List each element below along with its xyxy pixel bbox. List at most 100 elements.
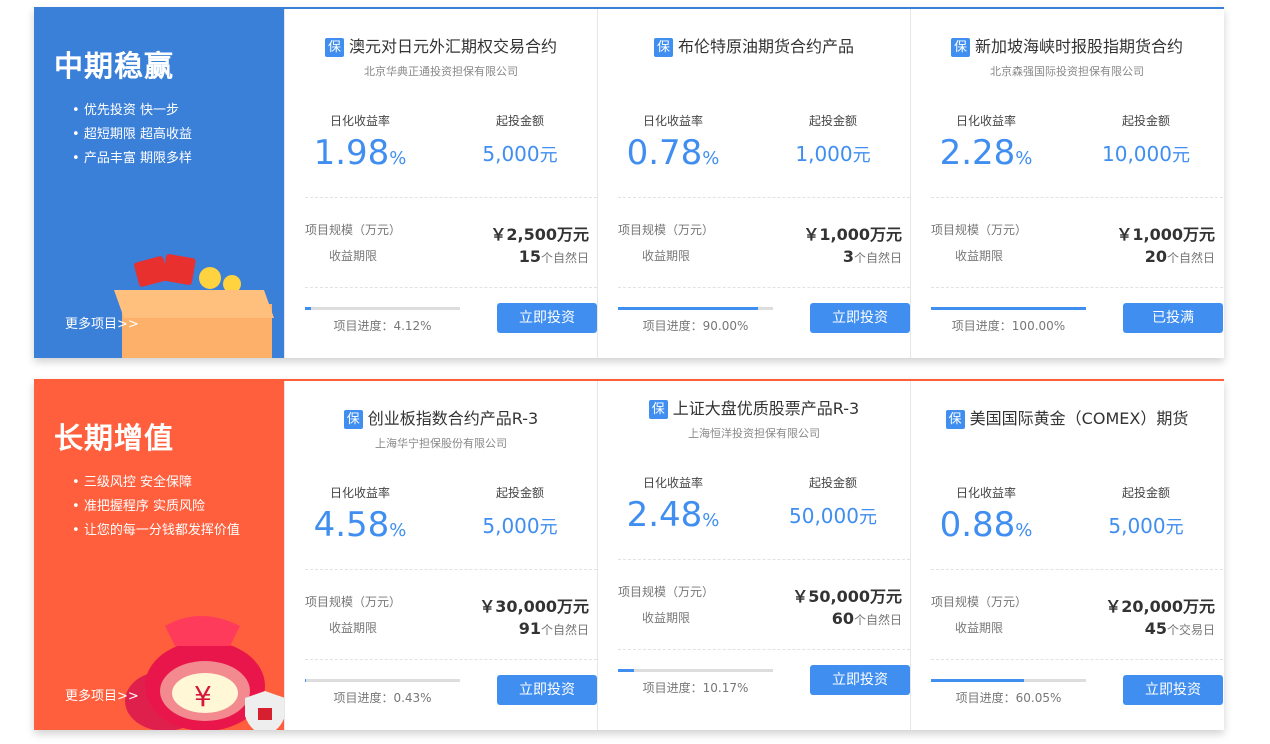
min-amount-label: 起投金额 (808, 476, 857, 490)
product-name[interactable]: 布伦特原油期货合约产品 (678, 37, 854, 56)
min-amount-label: 起投金额 (495, 114, 544, 128)
rate-unit: % (389, 520, 407, 541)
term-unit: 个自然日 (540, 623, 589, 637)
guarantee-badge: 保 (945, 410, 965, 429)
progress-bar (931, 307, 1086, 310)
progress-text: 项目进度：100.00% (951, 319, 1066, 333)
min-amount-value: 50,000 (789, 504, 859, 528)
min-amount: 50,000元 (758, 503, 908, 529)
min-amount-label: 起投金额 (1121, 486, 1170, 500)
scale-label: 项目规模（万元） (931, 223, 1028, 237)
guarantee-badge: 保 (648, 400, 668, 419)
guarantee-badge: 保 (343, 410, 363, 429)
min-amount-label: 起投金额 (495, 486, 544, 500)
term-value: 45个交易日 (1145, 619, 1215, 638)
product-name[interactable]: 上证大盘优质股票产品R-3 (673, 399, 859, 418)
card-content: 保创业板指数合约产品R-3 上海华宁担保股份有限公司 日化收益率 起投金额 4.58% 5… (285, 381, 597, 730)
term-number: 60 (831, 609, 854, 628)
product-name[interactable]: 创业板指数合约产品R-3 (368, 409, 538, 428)
card-content: 保新加坡海峡时报股指期货合约 北京森强国际投资担保有限公司 日化收益率 起投金额 2.2… (911, 9, 1223, 358)
card-content: 保上证大盘优质股票产品R-3 上海恒洋投资担保有限公司 日化收益率 起投金额 2.48%… (598, 371, 910, 730)
invest-button[interactable]: 立即投资 (497, 303, 597, 333)
rate-label: 日化收益率 (955, 486, 1016, 500)
product-name[interactable]: 澳元对日元外汇期权交易合约 (349, 37, 557, 56)
progress-bar (305, 307, 460, 310)
banner-title: 长期增值 (54, 421, 175, 455)
daily-rate: 0.78% (598, 133, 748, 173)
min-amount-value: 1,000 (795, 142, 853, 166)
money-bag-icon: ¥ (125, 616, 284, 730)
progress-text: 项目进度：90.00% (642, 319, 749, 333)
product-name[interactable]: 美国国际黄金（COMEX）期货 (970, 409, 1189, 428)
divider (305, 569, 597, 570)
bullet: 三级风控 安全保障 (72, 471, 240, 495)
guarantee-badge: 保 (324, 38, 344, 57)
product-title[interactable]: 保创业板指数合约产品R-3 (285, 405, 597, 429)
min-amount-label: 起投金额 (1121, 114, 1170, 128)
product-card: 保创业板指数合约产品R-3 上海华宁担保股份有限公司 日化收益率 起投金额 4.58% 5… (284, 381, 597, 730)
progress-text: 项目进度：60.05% (955, 691, 1062, 705)
progress-text: 项目进度：4.12% (333, 319, 432, 333)
invest-button[interactable]: 立即投资 (810, 665, 910, 695)
term-unit: 个自然日 (1166, 251, 1215, 265)
min-amount: 5,000元 (445, 513, 595, 539)
term-label: 收益期限 (642, 249, 691, 263)
min-amount-label: 起投金额 (808, 114, 857, 128)
rate-unit: % (1015, 148, 1033, 169)
divider (931, 197, 1223, 198)
divider (305, 659, 597, 660)
divider (618, 287, 910, 288)
divider (618, 197, 910, 198)
more-projects-link[interactable]: 更多项目>> (65, 685, 139, 704)
daily-rate: 4.58% (285, 505, 435, 545)
rate-value: 4.58 (313, 505, 390, 545)
term-label: 收益期限 (642, 611, 691, 625)
min-amount-unit: 元 (858, 507, 877, 528)
bullet: 优先投资 快一步 (72, 99, 192, 123)
guarantee-badge: 保 (653, 38, 673, 57)
medium-term-panel: 中期稳赢 优先投资 快一步 超短期限 超高收益 产品丰富 期限多样 更多项目>>… (34, 7, 1224, 358)
product-card: 保新加坡海峡时报股指期货合约 北京森强国际投资担保有限公司 日化收益率 起投金额 2.2… (910, 9, 1223, 358)
more-projects-link[interactable]: 更多项目>> (65, 313, 139, 332)
rate-label: 日化收益率 (329, 486, 390, 500)
rate-value: 2.28 (939, 133, 1016, 173)
product-title[interactable]: 保美国国际黄金（COMEX）期货 (911, 405, 1223, 429)
product-title[interactable]: 保澳元对日元外汇期权交易合约 (285, 33, 597, 57)
product-title[interactable]: 保布伦特原油期货合约产品 (598, 33, 910, 57)
min-amount-value: 5,000 (1108, 514, 1166, 538)
rate-unit: % (702, 148, 720, 169)
product-title[interactable]: 保新加坡海峡时报股指期货合约 (911, 33, 1223, 57)
scale-label: 项目规模（万元） (931, 595, 1028, 609)
min-amount: 10,000元 (1071, 141, 1221, 167)
divider (618, 559, 910, 560)
rate-value: 2.48 (626, 495, 703, 535)
rate-value: 0.88 (939, 505, 1016, 545)
min-amount-value: 10,000 (1102, 142, 1172, 166)
product-name[interactable]: 新加坡海峡时报股指期货合约 (975, 37, 1183, 56)
rate-label: 日化收益率 (642, 114, 703, 128)
bullet: 准把握程序 实质风险 (72, 495, 240, 519)
divider (618, 649, 910, 650)
min-amount-unit: 元 (539, 517, 558, 538)
gift-box-icon (114, 254, 274, 358)
invest-button[interactable]: 立即投资 (497, 675, 597, 705)
product-title[interactable]: 保上证大盘优质股票产品R-3 (598, 395, 910, 419)
divider (931, 569, 1223, 570)
term-number: 3 (842, 247, 854, 266)
progress-text: 项目进度：0.43% (333, 691, 432, 705)
min-amount-value: 5,000 (482, 142, 540, 166)
card-content: 保澳元对日元外汇期权交易合约 北京华典正通投资担保有限公司 日化收益率 起投金额 1.9… (285, 9, 597, 358)
invest-button[interactable]: 立即投资 (1123, 675, 1223, 705)
rate-unit: % (1015, 520, 1033, 541)
progress-fill (931, 679, 1025, 682)
guarantor-company: 上海恒洋投资担保有限公司 (688, 427, 820, 440)
card-content: 保美国国际黄金（COMEX）期货 日化收益率 起投金额 0.88% 5,000元 项目规模… (911, 381, 1223, 730)
invest-button[interactable]: 立即投资 (810, 303, 910, 333)
scale-value: ￥50,000万元 (792, 587, 902, 606)
product-card: 保布伦特原油期货合约产品 日化收益率 起投金额 0.78% 1,000元 项目规模（万元）… (597, 9, 910, 358)
rate-value: 1.98 (313, 133, 390, 173)
bullet: 超短期限 超高收益 (72, 123, 192, 147)
divider (305, 197, 597, 198)
medium-term-banner: 中期稳赢 优先投资 快一步 超短期限 超高收益 产品丰富 期限多样 更多项目>> (34, 9, 284, 358)
invest-button[interactable]: 已投满 (1123, 303, 1223, 333)
